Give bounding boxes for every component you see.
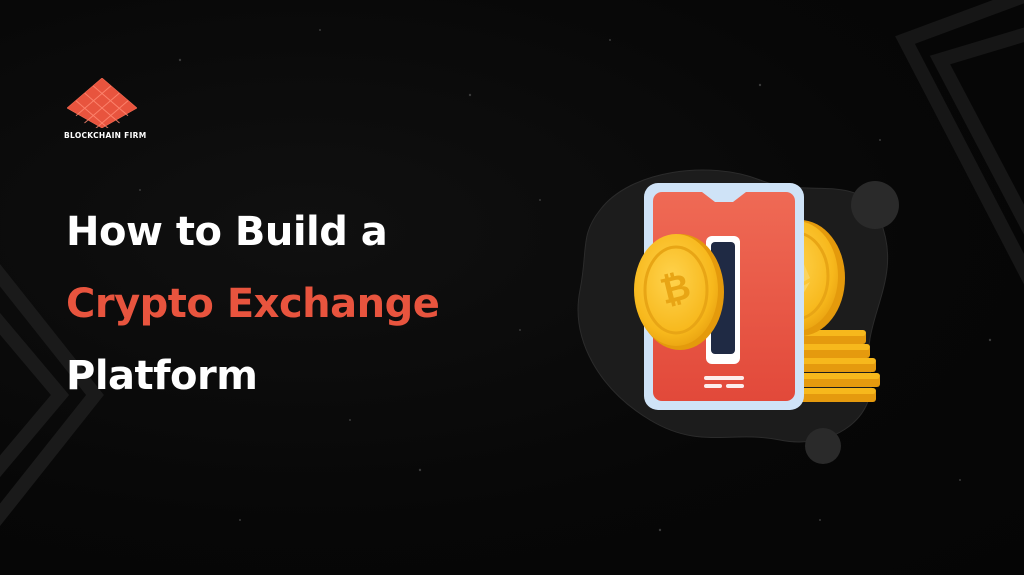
brand-name: BLOCKCHAIN FIRM [64,131,147,140]
title-line-2: Crypto Exchange [66,281,440,327]
diamond-grid-logo-icon [67,78,137,128]
hero-banner: BLOCKCHAIN FIRM How to Build a Crypto Ex… [0,0,1024,575]
blob-dot-top [851,181,899,229]
crypto-illustration: ₿ [577,169,899,464]
brand-logo[interactable]: BLOCKCHAIN FIRM [64,78,148,142]
title-line-3: Platform [66,353,258,399]
title-line-1: How to Build a [66,209,388,255]
page-title: How to Build a Crypto Exchange Platform [66,196,440,412]
blob-dot-bottom [805,428,841,464]
